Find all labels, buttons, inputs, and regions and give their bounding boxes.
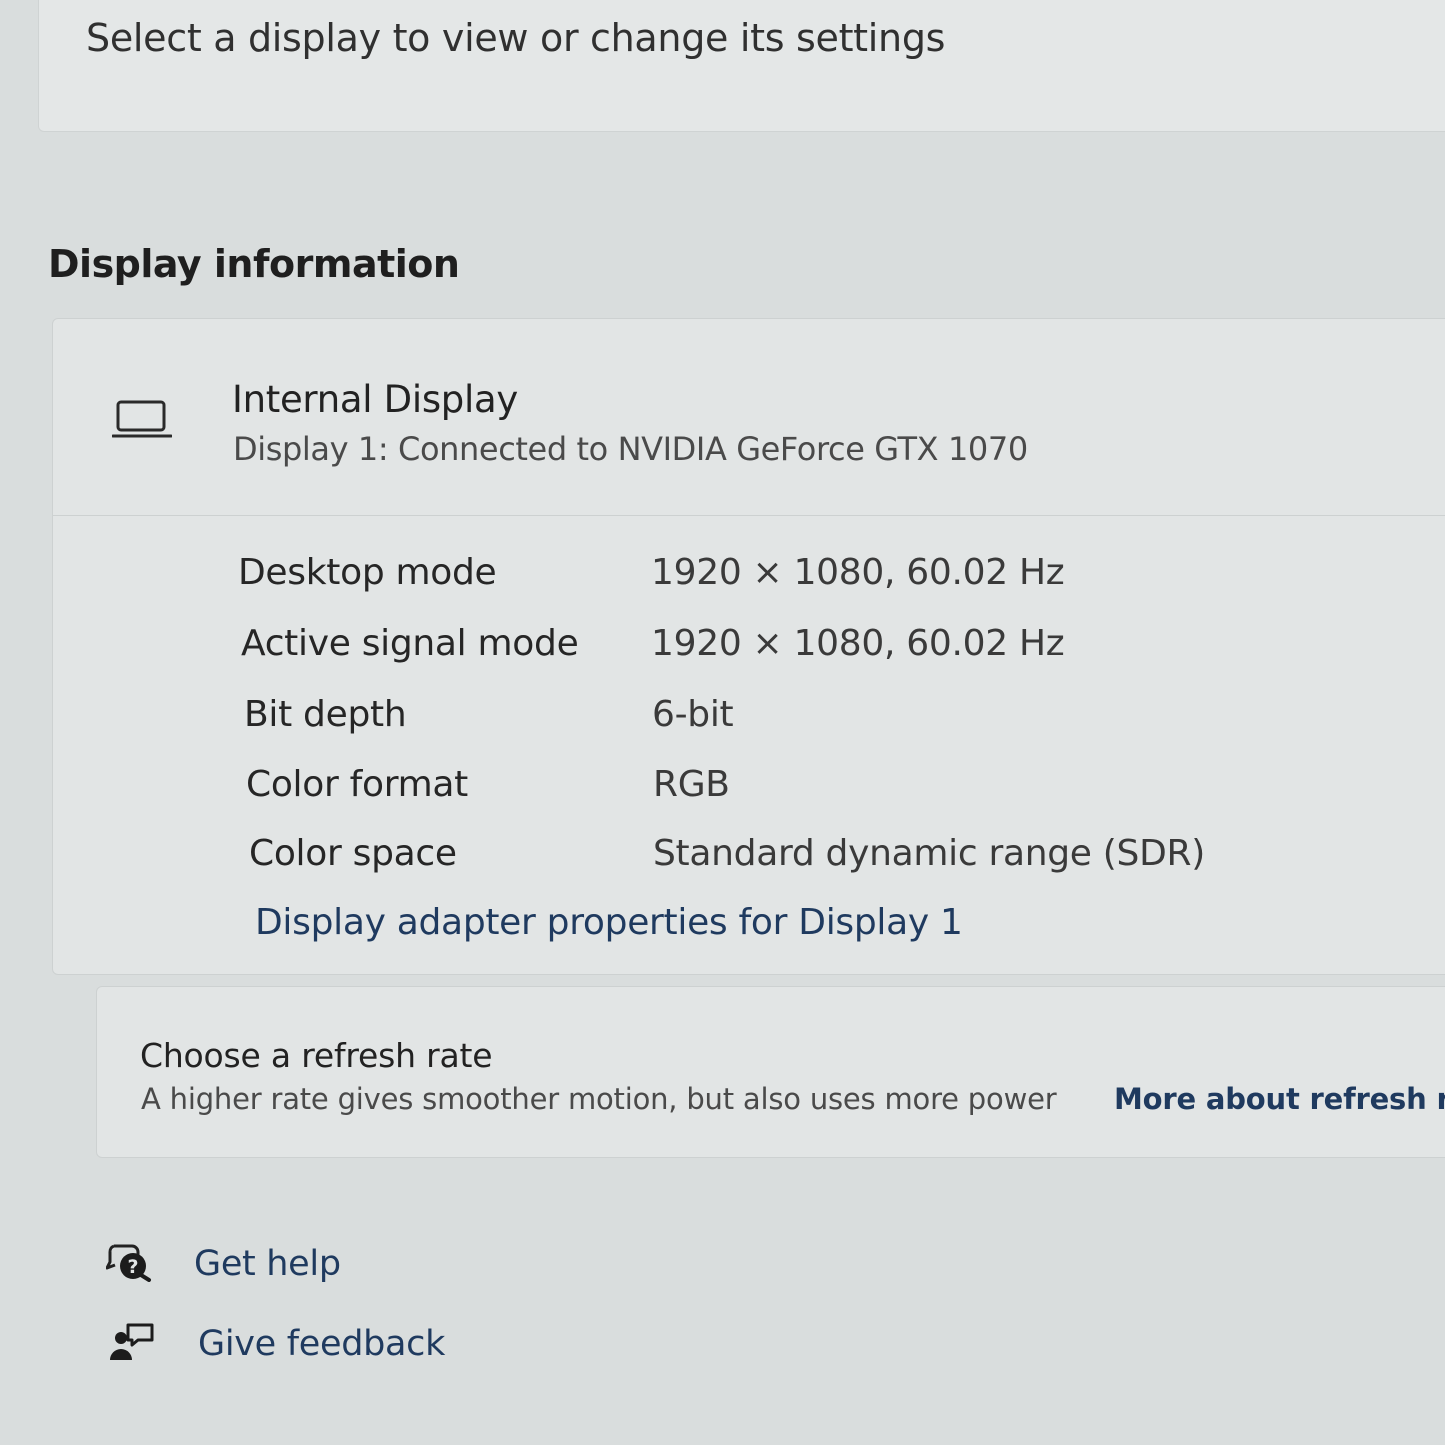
laptop-icon (112, 400, 172, 438)
color-space-label: Color space (249, 833, 457, 874)
display-adapter-properties-link[interactable]: Display adapter properties for Display 1 (255, 902, 963, 943)
help-chat-icon: ? (106, 1244, 151, 1282)
refresh-rate-description: A higher rate gives smoother motion, but… (141, 1082, 1057, 1116)
bit-depth-label: Bit depth (244, 694, 407, 735)
feedback-icon (110, 1323, 154, 1360)
section-title-display-information: Display information (48, 242, 460, 286)
color-format-value: RGB (653, 764, 730, 805)
svg-text:?: ? (127, 1256, 138, 1278)
bit-depth-value: 6-bit (652, 694, 734, 735)
active-signal-mode-value: 1920 × 1080, 60.02 Hz (651, 623, 1065, 664)
refresh-rate-title: Choose a refresh rate (140, 1036, 493, 1075)
get-help-link[interactable]: Get help (194, 1244, 341, 1284)
display-subtitle: Display 1: Connected to NVIDIA GeForce G… (233, 430, 1028, 468)
give-feedback-link[interactable]: Give feedback (198, 1324, 445, 1364)
select-display-prompt: Select a display to view or change its s… (86, 16, 946, 60)
active-signal-mode-label: Active signal mode (241, 623, 579, 664)
desktop-mode-label: Desktop mode (238, 552, 497, 593)
color-format-label: Color format (246, 764, 468, 805)
display-name: Internal Display (232, 378, 518, 421)
more-about-refresh-rate-link[interactable]: More about refresh ra (1114, 1082, 1445, 1116)
color-space-value: Standard dynamic range (SDR) (653, 833, 1205, 874)
desktop-mode-value: 1920 × 1080, 60.02 Hz (651, 552, 1065, 593)
